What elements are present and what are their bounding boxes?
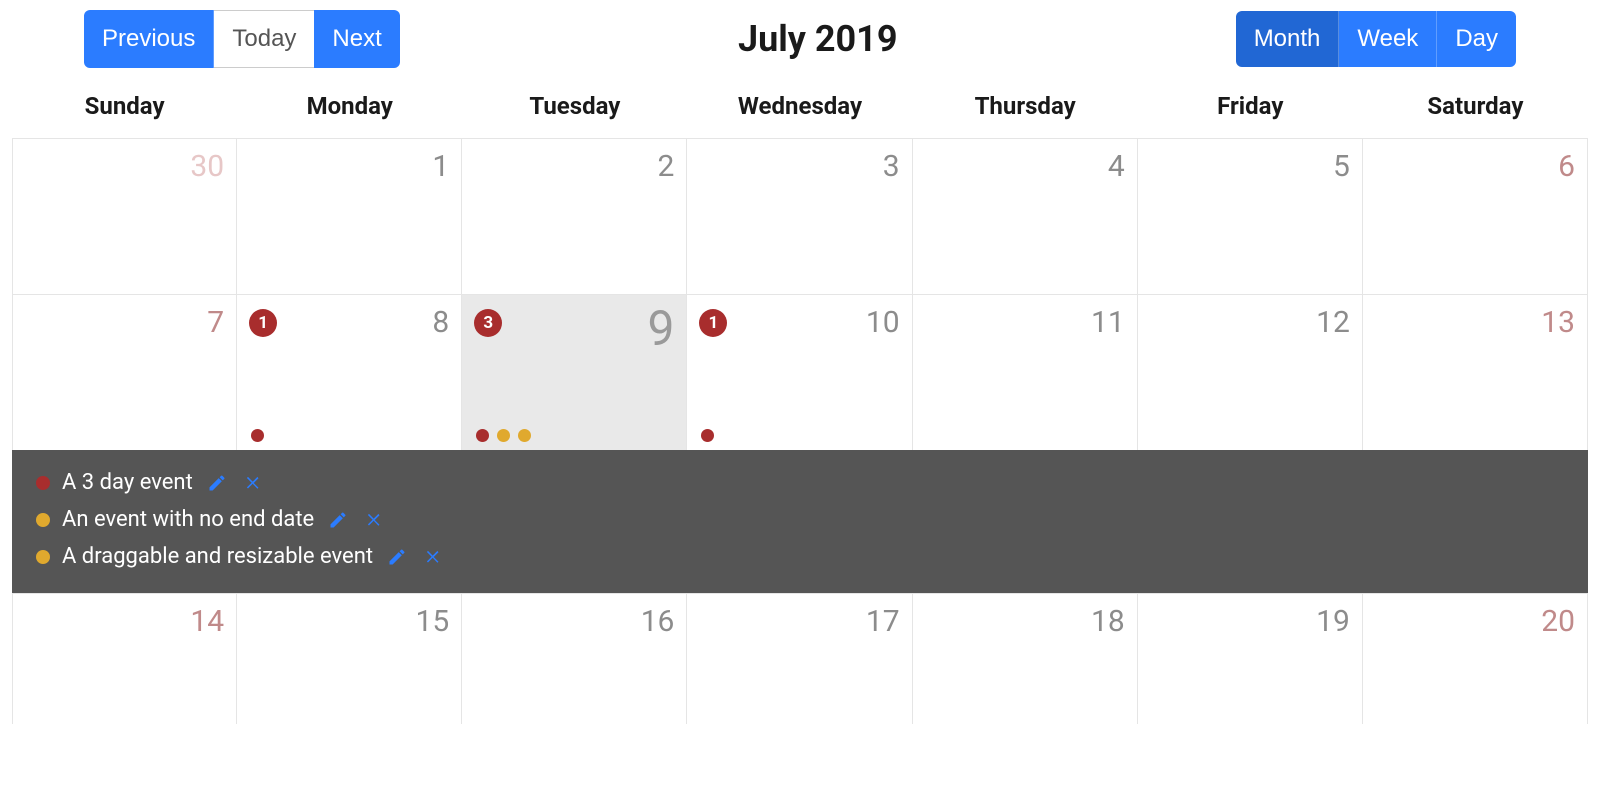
day-number: 7 (25, 305, 224, 340)
day-number: 4 (925, 149, 1125, 184)
month-view-button[interactable]: Month (1236, 11, 1340, 67)
event-color-icon (36, 550, 50, 564)
day-number: 2 (474, 149, 674, 184)
edit-icon[interactable] (205, 471, 229, 495)
calendar-toolbar: Previous Today Next July 2019 Month Week… (12, 10, 1588, 92)
day-cell[interactable]: 12 (1138, 295, 1363, 450)
event-color-icon (36, 476, 50, 490)
event-item[interactable]: A 3 day event (36, 464, 1564, 501)
day-number: 15 (249, 604, 449, 639)
day-cell[interactable]: 1 10 (687, 295, 912, 450)
event-dot-icon (518, 429, 531, 442)
day-number: 14 (25, 604, 224, 639)
day-number: 6 (1375, 149, 1575, 184)
weekday-header: Wednesday (687, 92, 912, 120)
weekday-header: Thursday (913, 92, 1138, 120)
day-number: 5 (1150, 149, 1350, 184)
day-number: 10 (727, 305, 899, 340)
day-cell[interactable]: 20 (1363, 594, 1588, 724)
day-events-panel: A 3 day event An event with no end date … (12, 450, 1588, 593)
event-dots (699, 423, 899, 442)
day-cell[interactable]: 16 (462, 594, 687, 724)
view-button-group: Month Week Day (1236, 11, 1516, 67)
event-title: An event with no end date (62, 507, 314, 532)
event-dots (249, 423, 449, 442)
event-count-badge[interactable]: 1 (699, 309, 727, 337)
day-cell[interactable]: 1 8 (237, 295, 462, 450)
weekday-header: Monday (237, 92, 462, 120)
day-cell[interactable]: 2 (462, 139, 687, 294)
edit-icon[interactable] (326, 508, 350, 532)
day-number: 12 (1150, 305, 1350, 340)
day-cell[interactable]: 4 (913, 139, 1138, 294)
day-cell[interactable]: 6 (1363, 139, 1588, 294)
day-cell[interactable]: 13 (1363, 295, 1588, 450)
previous-button[interactable]: Previous (84, 10, 214, 68)
calendar-week-row: 7 1 8 3 9 1 10 (12, 294, 1588, 450)
event-item[interactable]: An event with no end date (36, 501, 1564, 538)
event-dot-icon (497, 429, 510, 442)
day-cell[interactable]: 15 (237, 594, 462, 724)
next-button[interactable]: Next (314, 10, 399, 68)
event-count-badge[interactable]: 1 (249, 309, 277, 337)
weekday-header: Tuesday (462, 92, 687, 120)
event-dot-icon (251, 429, 264, 442)
day-cell[interactable]: 14 (12, 594, 237, 724)
day-number: 16 (474, 604, 674, 639)
calendar-title: July 2019 (738, 18, 898, 60)
day-number: 18 (925, 604, 1125, 639)
delete-icon[interactable] (421, 545, 445, 569)
day-number: 8 (277, 305, 449, 340)
week-view-button[interactable]: Week (1339, 11, 1437, 67)
event-title: A draggable and resizable event (62, 544, 373, 569)
day-view-button[interactable]: Day (1437, 11, 1516, 67)
day-cell[interactable]: 1 (237, 139, 462, 294)
event-count-badge[interactable]: 3 (474, 309, 502, 337)
day-cell[interactable]: 3 (687, 139, 912, 294)
day-cell[interactable]: 19 (1138, 594, 1363, 724)
day-number: 17 (699, 604, 899, 639)
day-number: 13 (1375, 305, 1575, 340)
event-dots (474, 423, 674, 442)
event-title: A 3 day event (62, 470, 193, 495)
day-cell[interactable]: 11 (913, 295, 1138, 450)
nav-button-group: Previous Today Next (84, 10, 400, 68)
day-number: 19 (1150, 604, 1350, 639)
day-number: 3 (699, 149, 899, 184)
event-item[interactable]: A draggable and resizable event (36, 538, 1564, 575)
event-color-icon (36, 513, 50, 527)
day-number: 9 (502, 305, 674, 353)
day-number: 20 (1375, 604, 1575, 639)
today-button[interactable]: Today (214, 10, 314, 68)
day-number: 1 (249, 149, 449, 184)
calendar-week-row: 14 15 16 17 18 19 20 (12, 593, 1588, 724)
day-cell[interactable]: 7 (12, 295, 237, 450)
day-cell[interactable]: 17 (687, 594, 912, 724)
delete-icon[interactable] (362, 508, 386, 532)
event-dot-icon (701, 429, 714, 442)
day-cell-active[interactable]: 3 9 (462, 295, 687, 450)
edit-icon[interactable] (385, 545, 409, 569)
day-number: 11 (925, 305, 1125, 340)
weekday-header-row: Sunday Monday Tuesday Wednesday Thursday… (12, 92, 1588, 138)
day-cell[interactable]: 5 (1138, 139, 1363, 294)
weekday-header: Saturday (1363, 92, 1588, 120)
calendar-week-row: 30 1 2 3 4 5 6 (12, 138, 1588, 294)
event-dot-icon (476, 429, 489, 442)
weekday-header: Friday (1138, 92, 1363, 120)
delete-icon[interactable] (241, 471, 265, 495)
weekday-header: Sunday (12, 92, 237, 120)
day-cell[interactable]: 30 (12, 139, 237, 294)
day-cell[interactable]: 18 (913, 594, 1138, 724)
day-number: 30 (25, 149, 224, 184)
